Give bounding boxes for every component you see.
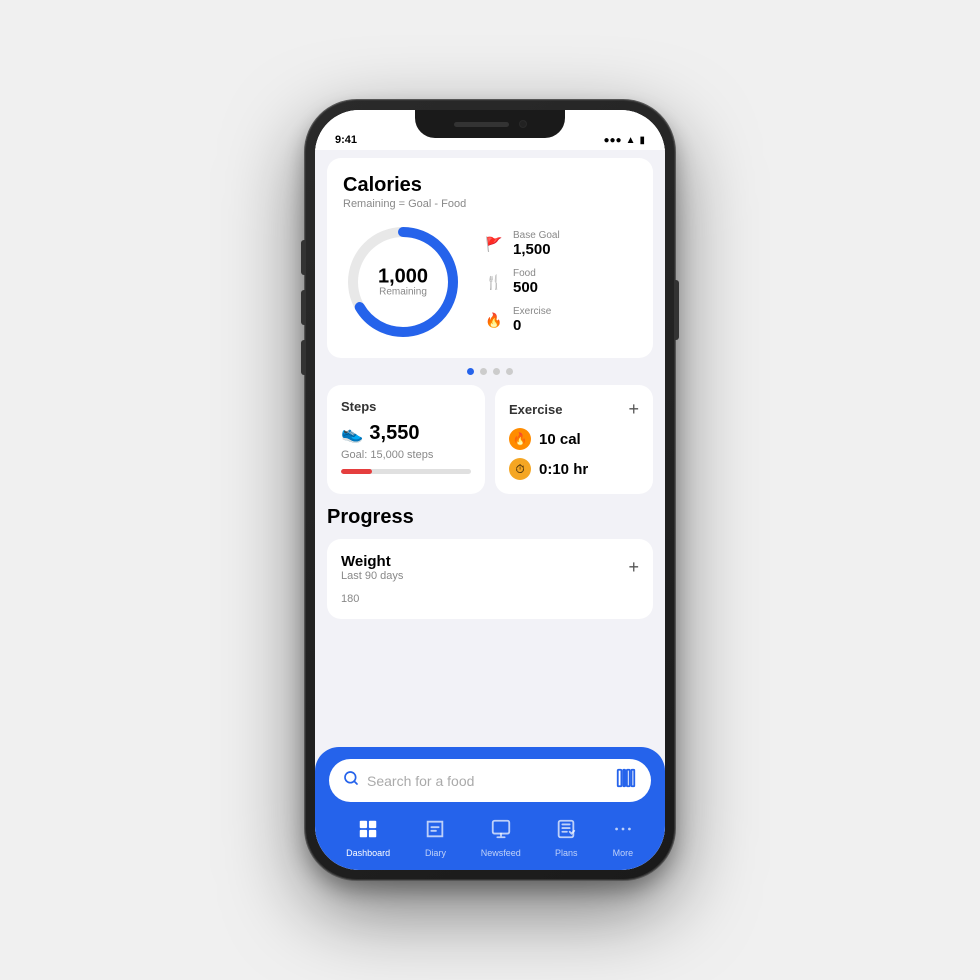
phone-notch xyxy=(415,110,565,138)
diary-icon xyxy=(424,818,446,846)
steps-card[interactable]: Steps 👟 3,550 Goal: 15,000 steps xyxy=(327,385,485,494)
steps-progress-fill xyxy=(341,469,372,474)
search-icon xyxy=(343,770,359,791)
steps-label: Steps xyxy=(341,399,376,414)
exercise-duration-value: 0:10 hr xyxy=(539,461,588,478)
status-time: 9:41 xyxy=(335,134,357,146)
weight-subtitle: Last 90 days xyxy=(341,570,403,582)
base-goal-value: 1,500 xyxy=(513,241,560,258)
phone-frame: 9:41 ●●● ▲ ▮ Calories Remaining = Goal -… xyxy=(305,100,675,880)
tab-newsfeed-label: Newsfeed xyxy=(481,848,521,858)
weight-title: Weight xyxy=(341,553,403,570)
status-icons: ●●● ▲ ▮ xyxy=(603,135,645,146)
exercise-fire-icon: 🔥 xyxy=(509,428,531,450)
donut-center: 1,000 Remaining xyxy=(378,267,428,298)
exercise-card[interactable]: Exercise + 🔥 10 cal ⏱ 0:10 hr xyxy=(495,385,653,494)
tab-dashboard-label: Dashboard xyxy=(346,848,390,858)
calories-stats: 🚩 Base Goal 1,500 🍴 Food 500 xyxy=(483,230,637,334)
metrics-row: Steps 👟 3,550 Goal: 15,000 steps Exercis… xyxy=(327,385,653,494)
dot-3[interactable] xyxy=(493,368,500,375)
exercise-duration-item: ⏱ 0:10 hr xyxy=(509,458,639,480)
weight-add-button[interactable]: + xyxy=(628,557,639,578)
base-goal-info: Base Goal 1,500 xyxy=(513,230,560,258)
calories-body: 1,000 Remaining 🚩 Base Goal 1,500 xyxy=(343,222,637,342)
exercise-row: 🔥 Exercise 0 xyxy=(483,306,637,334)
exercise-add-button[interactable]: + xyxy=(628,399,639,420)
exercise-clock-icon: ⏱ xyxy=(509,458,531,480)
weight-card[interactable]: Weight Last 90 days + 180 xyxy=(327,539,653,619)
tab-diary-label: Diary xyxy=(425,848,446,858)
tab-more[interactable]: More xyxy=(612,818,634,858)
calories-title: Calories xyxy=(343,174,637,197)
exercise-title: Exercise + xyxy=(509,399,639,420)
search-placeholder[interactable]: Search for a food xyxy=(367,773,607,789)
more-icon xyxy=(612,818,634,846)
exercise-value: 0 xyxy=(513,317,551,334)
food-info: Food 500 xyxy=(513,268,538,296)
food-label: Food xyxy=(513,268,538,279)
wifi-icon: ▲ xyxy=(626,135,636,146)
tab-plans[interactable]: Plans xyxy=(555,818,578,858)
steps-progress-bg xyxy=(341,469,471,474)
progress-heading: Progress xyxy=(327,506,653,529)
flag-icon: 🚩 xyxy=(483,233,505,255)
exercise-label: Exercise xyxy=(513,306,551,317)
pagination-dots xyxy=(315,358,665,385)
tab-plans-label: Plans xyxy=(555,848,578,858)
phone-screen: 9:41 ●●● ▲ ▮ Calories Remaining = Goal -… xyxy=(315,110,665,870)
dot-1[interactable] xyxy=(467,368,474,375)
bottom-blue-area: Search for a food xyxy=(315,747,665,870)
exercise-icon: 🔥 xyxy=(483,309,505,331)
donut-chart[interactable]: 1,000 Remaining xyxy=(343,222,463,342)
tab-more-label: More xyxy=(613,848,634,858)
weight-value-label: 180 xyxy=(341,593,359,605)
newsfeed-icon xyxy=(490,818,512,846)
tab-bar: Dashboard Diary xyxy=(329,812,651,870)
dashboard-icon xyxy=(357,818,379,846)
food-icon: 🍴 xyxy=(483,271,505,293)
remaining-label: Remaining xyxy=(378,287,428,298)
weight-header: Weight Last 90 days + xyxy=(341,553,639,582)
battery-icon: ▮ xyxy=(639,135,645,146)
front-camera xyxy=(519,120,527,128)
exercise-info: Exercise 0 xyxy=(513,306,551,334)
steps-icon: 👟 xyxy=(341,423,363,444)
steps-main: 👟 3,550 xyxy=(341,422,471,445)
exercise-items: 🔥 10 cal ⏱ 0:10 hr xyxy=(509,428,639,480)
exercise-calories-item: 🔥 10 cal xyxy=(509,428,639,450)
calories-subtitle: Remaining = Goal - Food xyxy=(343,198,637,210)
steps-value: 3,550 xyxy=(369,422,419,445)
base-goal-label: Base Goal xyxy=(513,230,560,241)
tab-diary[interactable]: Diary xyxy=(424,818,446,858)
speaker xyxy=(454,122,509,127)
base-goal-row: 🚩 Base Goal 1,500 xyxy=(483,230,637,258)
remaining-value: 1,000 xyxy=(378,267,428,287)
steps-title: Steps xyxy=(341,399,471,414)
progress-section: Progress Weight Last 90 days + 180 xyxy=(327,506,653,619)
tab-newsfeed[interactable]: Newsfeed xyxy=(481,818,521,858)
weight-header-left: Weight Last 90 days xyxy=(341,553,403,582)
search-bar[interactable]: Search for a food xyxy=(329,759,651,802)
dot-4[interactable] xyxy=(506,368,513,375)
exercise-label: Exercise xyxy=(509,402,563,417)
exercise-calories-value: 10 cal xyxy=(539,431,581,448)
food-row: 🍴 Food 500 xyxy=(483,268,637,296)
screen-content: 9:41 ●●● ▲ ▮ Calories Remaining = Goal -… xyxy=(315,110,665,870)
food-value: 500 xyxy=(513,279,538,296)
dot-2[interactable] xyxy=(480,368,487,375)
barcode-icon[interactable] xyxy=(615,767,637,794)
tab-dashboard[interactable]: Dashboard xyxy=(346,818,390,858)
signal-icon: ●●● xyxy=(603,135,621,146)
plans-icon xyxy=(555,818,577,846)
steps-goal: Goal: 15,000 steps xyxy=(341,449,471,461)
calories-card: Calories Remaining = Goal - Food xyxy=(327,158,653,358)
